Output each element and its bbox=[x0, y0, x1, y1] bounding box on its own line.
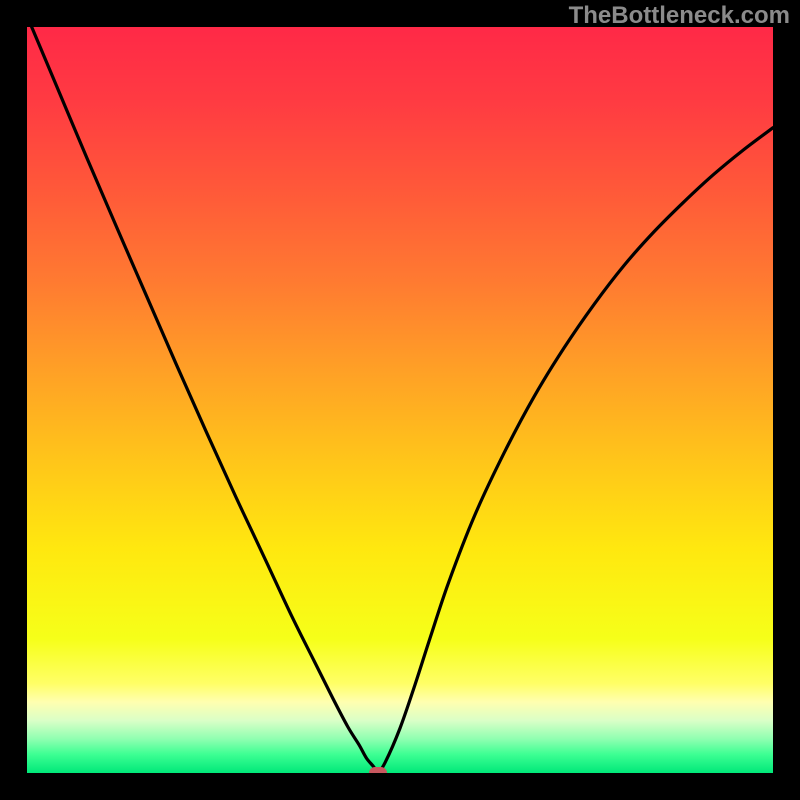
chart-plot-area bbox=[27, 27, 773, 773]
curve-layer bbox=[27, 27, 773, 773]
watermark-text: TheBottleneck.com bbox=[569, 2, 790, 30]
bottleneck-marker bbox=[369, 767, 387, 773]
bottleneck-curve bbox=[27, 27, 773, 773]
